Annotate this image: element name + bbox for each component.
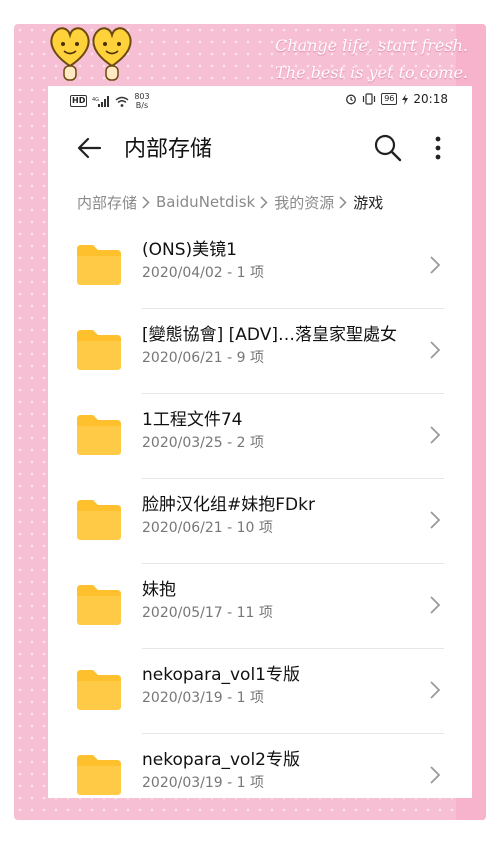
list-item[interactable]: [變態協會] [ADV]…落皇家聖處女 2020/06/21 - 9 项 — [48, 309, 472, 394]
chevron-right-icon — [430, 596, 441, 614]
list-item[interactable]: nekopara_vol2专版 2020/03/19 - 1 项 — [48, 734, 472, 798]
status-bar: HD 4G 803 B/s 96 20:18 — [48, 86, 472, 114]
search-icon[interactable] — [372, 132, 404, 164]
chevron-right-icon — [430, 256, 441, 274]
decorative-quote: Change life, start fresh. The best is ye… — [248, 32, 468, 86]
heart-fingers-sticker — [50, 27, 90, 81]
phone-screen: HD 4G 803 B/s 96 20:18 内部存储 内部存储 BaiduNe… — [48, 86, 472, 798]
file-meta: 2020/06/21 - 10 项 — [142, 520, 273, 536]
list-item[interactable]: 1工程文件74 2020/03/25 - 2 项 — [48, 394, 472, 479]
file-name: nekopara_vol1专版 — [142, 665, 300, 685]
file-name: (ONS)美镜1 — [142, 240, 237, 260]
battery-indicator: 96 — [381, 93, 398, 105]
speed-value: 803 — [134, 92, 150, 101]
chevron-right-icon — [260, 195, 268, 209]
quote-line-1: Change life, start fresh. — [275, 36, 468, 55]
wifi-icon — [115, 96, 129, 107]
chevron-right-icon — [339, 195, 347, 209]
charging-icon — [402, 93, 409, 105]
chevron-right-icon — [430, 766, 441, 784]
breadcrumb-item-baidunetdisk[interactable]: BaiduNetdisk — [156, 193, 255, 211]
folder-icon — [77, 670, 121, 710]
list-item[interactable]: nekopara_vol1专版 2020/03/19 - 1 项 — [48, 649, 472, 734]
file-name: 脸肿汉化组#妹抱FDkr — [142, 495, 315, 515]
back-arrow-icon[interactable] — [74, 132, 106, 164]
breadcrumb-current: 游戏 — [353, 193, 384, 212]
file-name: [變態協會] [ADV]…落皇家聖處女 — [142, 325, 397, 345]
chevron-right-icon — [430, 341, 441, 359]
status-left: HD 4G 803 B/s — [70, 92, 150, 110]
file-name: nekopara_vol2专版 — [142, 750, 300, 770]
file-meta: 2020/03/19 - 1 项 — [142, 690, 265, 706]
heart-fingers-sticker — [92, 27, 132, 81]
chevron-right-icon — [142, 195, 150, 209]
list-item[interactable]: 脸肿汉化组#妹抱FDkr 2020/06/21 - 10 项 — [48, 479, 472, 564]
file-meta: 2020/03/25 - 2 项 — [142, 435, 265, 451]
folder-icon — [77, 415, 121, 455]
svg-text:4G: 4G — [92, 97, 99, 103]
signal-icon: 4G — [92, 95, 110, 107]
list-item[interactable]: 妹抱 2020/05/17 - 11 项 — [48, 564, 472, 649]
folder-icon — [77, 330, 121, 370]
alarm-icon — [346, 94, 357, 105]
file-meta: 2020/03/19 - 1 项 — [142, 775, 265, 791]
chevron-right-icon — [430, 426, 441, 444]
file-meta: 2020/06/21 - 9 项 — [142, 350, 265, 366]
file-name: 妹抱 — [142, 580, 176, 600]
quote-line-2: The best is yet to come. — [275, 63, 468, 82]
breadcrumb-item-my-resources[interactable]: 我的资源 — [274, 192, 334, 213]
folder-icon — [77, 500, 121, 540]
network-speed: 803 B/s — [134, 92, 149, 110]
file-meta: 2020/04/02 - 1 项 — [142, 265, 265, 281]
breadcrumb: 内部存储 BaiduNetdisk 我的资源 游戏 — [48, 180, 472, 224]
chevron-right-icon — [430, 681, 441, 699]
folder-icon — [77, 245, 121, 285]
chevron-right-icon — [430, 511, 441, 529]
breadcrumb-item-internal-storage[interactable]: 内部存储 — [77, 192, 137, 213]
list-item[interactable]: (ONS)美镜1 2020/04/02 - 1 项 — [48, 224, 472, 309]
file-list: (ONS)美镜1 2020/04/02 - 1 项 [變態協會] [ADV]…落… — [48, 224, 472, 798]
file-meta: 2020/05/17 - 11 项 — [142, 605, 273, 621]
hd-icon: HD — [70, 95, 88, 107]
folder-icon — [77, 755, 121, 795]
clock: 20:18 — [413, 92, 448, 106]
page-title: 内部存储 — [124, 137, 213, 162]
status-right: 96 20:18 — [345, 92, 448, 106]
more-options-icon[interactable] — [426, 132, 450, 164]
speed-unit: B/s — [135, 101, 149, 110]
file-name: 1工程文件74 — [142, 410, 243, 430]
folder-icon — [77, 585, 121, 625]
app-bar: 内部存储 — [48, 114, 472, 180]
vibrate-icon — [363, 93, 376, 105]
